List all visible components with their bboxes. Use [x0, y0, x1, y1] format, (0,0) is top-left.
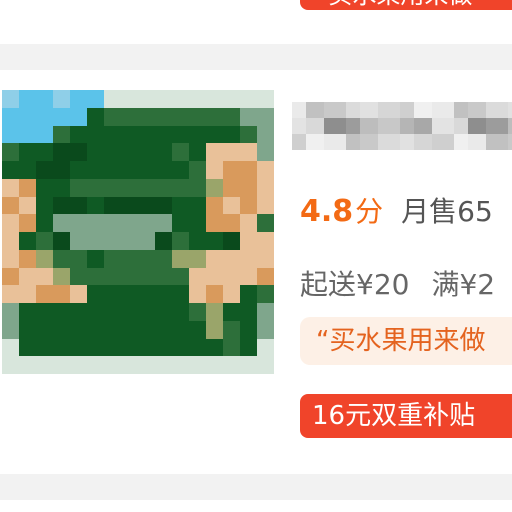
- monthly-sales: 月售65: [401, 195, 493, 228]
- store-card[interactable]: 4.8分 月售65 起送¥20 满¥2 “买水果用来做 16元双重补贴: [0, 70, 512, 474]
- store-thumbnail[interactable]: [2, 90, 274, 374]
- discount-threshold: 满¥2: [431, 268, 496, 301]
- subsidy-promo-badge[interactable]: 16元双重补贴: [300, 394, 512, 438]
- next-store-card[interactable]: [0, 500, 512, 512]
- rating-row: 4.8分 月售65: [300, 192, 493, 232]
- rating-score: 4.8: [300, 194, 354, 229]
- previous-promo-badge: “买水果用来做: [300, 0, 512, 10]
- store-name-blurred: [292, 102, 512, 158]
- review-quote-text: “买水果用来做: [316, 326, 486, 356]
- review-quote-badge: “买水果用来做: [300, 317, 512, 365]
- delivery-info: 起送¥20 满¥2: [300, 265, 495, 305]
- store-thumbnail-pixels: [2, 90, 274, 374]
- store-list: “买水果用来做 4.8分月售65 起送¥20 满¥2 “买水果用来做 16元双重补…: [0, 0, 512, 512]
- previous-promo-text: “买水果用来做: [316, 0, 472, 9]
- rating-unit: 分: [355, 195, 384, 228]
- min-order: 起送¥20: [300, 268, 410, 301]
- subsidy-promo-text: 16元双重补贴: [312, 401, 476, 431]
- previous-store-card[interactable]: “买水果用来做: [0, 0, 512, 44]
